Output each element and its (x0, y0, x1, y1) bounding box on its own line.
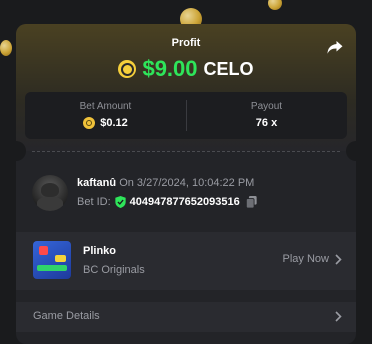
bet-user-info: kaftanû On 3/27/2024, 10:04:22 PM Bet ID… (32, 175, 342, 215)
shield-check-icon (114, 196, 126, 208)
game-details-label: Game Details (33, 310, 100, 322)
game-card[interactable]: Plinko BC Originals Play Now (16, 232, 356, 290)
celo-coin-icon (118, 60, 137, 78)
bet-stats: Bet Amount $0.12 Payout 76 x (25, 92, 347, 139)
username[interactable]: kaftanû (77, 177, 116, 189)
game-details-row[interactable]: Game Details (16, 302, 356, 332)
bet-date: On 3/27/2024, 10:04:22 PM (119, 177, 255, 189)
payout-value: 76 x (255, 117, 278, 129)
background-coin (268, 0, 282, 10)
celo-coin-icon (83, 117, 96, 129)
profit-label: Profit (171, 37, 201, 49)
bet-amount-label: Bet Amount (79, 101, 132, 112)
payout-stat: Payout 76 x (186, 92, 347, 139)
game-thumbnail[interactable] (33, 241, 71, 279)
profit-amount: $9.00 (142, 56, 198, 81)
dashed-divider (32, 151, 340, 152)
chevron-right-icon (335, 311, 342, 322)
profit-currency: CELO (203, 58, 254, 79)
profit-header: Profit $9.00 CELO Bet Amount $0.12 Payou… (16, 24, 356, 151)
share-icon[interactable] (326, 38, 344, 56)
game-provider: BC Originals (83, 264, 145, 276)
bet-amount-value: $0.12 (100, 117, 128, 129)
play-now-label: Play Now (282, 253, 329, 265)
ticket-notch-right (346, 141, 356, 161)
bet-amount-stat: Bet Amount $0.12 (25, 92, 186, 139)
chevron-right-icon (335, 253, 342, 265)
background-coin (0, 40, 12, 56)
play-now-link[interactable]: Play Now (283, 253, 342, 265)
profit-amount-row: $9.00 CELO (16, 56, 356, 82)
bet-details-modal: Profit $9.00 CELO Bet Amount $0.12 Payou… (16, 24, 356, 344)
payout-label: Payout (250, 101, 283, 112)
game-name: Plinko (83, 245, 117, 257)
bet-id-label: Bet ID: (77, 196, 111, 208)
copy-icon[interactable] (245, 196, 257, 208)
avatar[interactable] (32, 175, 68, 211)
bet-id-value: 404947877652093516 (129, 196, 240, 208)
